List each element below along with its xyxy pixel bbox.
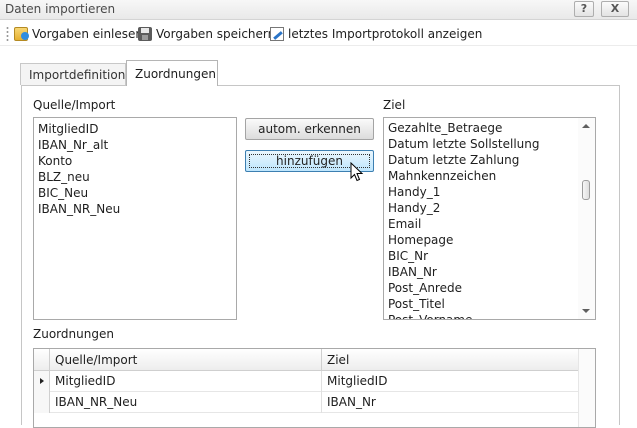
scroll-up-icon[interactable] <box>582 124 590 128</box>
folder-icon <box>14 27 29 41</box>
save-disk-icon <box>138 27 152 41</box>
cell-divider <box>321 371 322 392</box>
target-item[interactable]: Mahnkennzeichen <box>384 168 595 184</box>
current-row-icon <box>40 378 44 384</box>
target-item[interactable]: Post_Anrede <box>384 280 595 296</box>
target-item[interactable]: Datum letzte Sollstellung <box>384 136 595 152</box>
target-list[interactable]: Gezahlte_Betraege Datum letzte Sollstell… <box>383 117 596 320</box>
show-import-log-button[interactable]: letztes Importprotokoll anzeigen <box>270 25 482 43</box>
target-item[interactable]: Datum letzte Zahlung <box>384 152 595 168</box>
source-item[interactable]: Konto <box>34 153 236 169</box>
help-button[interactable]: ? <box>574 1 594 17</box>
target-list-label: Ziel <box>383 98 406 112</box>
window-title: Daten importieren <box>5 2 116 16</box>
source-item[interactable]: BIC_Neu <box>34 185 236 201</box>
source-item[interactable]: IBAN_NR_Neu <box>34 201 236 217</box>
load-presets-button[interactable]: Vorgaben einlesen <box>14 25 143 43</box>
row-indicator[interactable] <box>34 371 50 392</box>
close-button[interactable]: X <box>601 1 629 17</box>
toolbar-grip[interactable] <box>6 26 9 42</box>
row-indicator-header <box>34 349 50 371</box>
cell-divider <box>321 392 322 413</box>
table-cell[interactable]: MitgliedID <box>327 374 387 388</box>
document-edit-icon <box>270 27 284 41</box>
scroll-thumb[interactable] <box>582 180 590 200</box>
table-cell[interactable]: IBAN_NR_Neu <box>55 395 137 409</box>
mappings-grid: Quelle/Import Ziel MitgliedID MitgliedID… <box>33 348 596 428</box>
target-item[interactable]: Gezahlte_Betraege <box>384 120 595 136</box>
source-item[interactable]: BLZ_neu <box>34 169 236 185</box>
toolbar: Vorgaben einlesen Vorgaben speichern let… <box>0 21 637 46</box>
target-item[interactable]: Post_Vorname <box>384 312 595 319</box>
target-item[interactable]: Handy_1 <box>384 184 595 200</box>
source-list-label: Quelle/Import <box>33 98 116 112</box>
source-item[interactable]: IBAN_Nr_alt <box>34 137 236 153</box>
target-item[interactable]: Homepage <box>384 232 595 248</box>
column-divider[interactable] <box>321 349 322 371</box>
save-presets-button[interactable]: Vorgaben speichern <box>138 25 275 43</box>
target-item[interactable]: BIC_Nr <box>384 248 595 264</box>
table-cell[interactable]: MitgliedID <box>55 374 115 388</box>
mappings-label: Zuordnungen <box>33 327 114 341</box>
show-import-log-label: letztes Importprotokoll anzeigen <box>288 27 483 41</box>
target-list-scrollbar[interactable] <box>578 118 595 319</box>
target-item[interactable]: IBAN_Nr <box>384 264 595 280</box>
table-cell[interactable]: IBAN_Nr <box>327 395 376 409</box>
tab-zuordnungen[interactable]: Zuordnungen <box>126 60 218 86</box>
save-presets-label: Vorgaben speichern <box>156 27 276 41</box>
target-item[interactable]: Handy_2 <box>384 200 595 216</box>
mouse-pointer-icon <box>350 162 364 182</box>
target-item[interactable]: Post_Titel <box>384 296 595 312</box>
target-item[interactable]: Email <box>384 216 595 232</box>
grid-header: Quelle/Import Ziel <box>34 349 595 371</box>
tab-importdefinition[interactable]: Importdefinition <box>20 63 126 85</box>
row-indicator[interactable] <box>34 392 50 413</box>
auto-detect-button[interactable]: autom. erkennen <box>245 118 374 140</box>
add-mapping-label: hinzufügen <box>276 154 343 168</box>
source-item[interactable]: MitgliedID <box>34 121 236 137</box>
grid-scrollbar[interactable] <box>578 349 595 427</box>
table-row[interactable]: IBAN_NR_Neu IBAN_Nr <box>34 392 595 413</box>
scroll-down-icon[interactable] <box>582 309 590 313</box>
column-header-target[interactable]: Ziel <box>327 353 349 367</box>
table-row[interactable]: MitgliedID MitgliedID <box>34 371 595 392</box>
source-list[interactable]: MitgliedID IBAN_Nr_alt Konto BLZ_neu BIC… <box>33 117 237 320</box>
title-bar: Daten importieren ? X <box>0 0 637 20</box>
load-presets-label: Vorgaben einlesen <box>32 27 144 41</box>
column-header-source[interactable]: Quelle/Import <box>55 353 137 367</box>
